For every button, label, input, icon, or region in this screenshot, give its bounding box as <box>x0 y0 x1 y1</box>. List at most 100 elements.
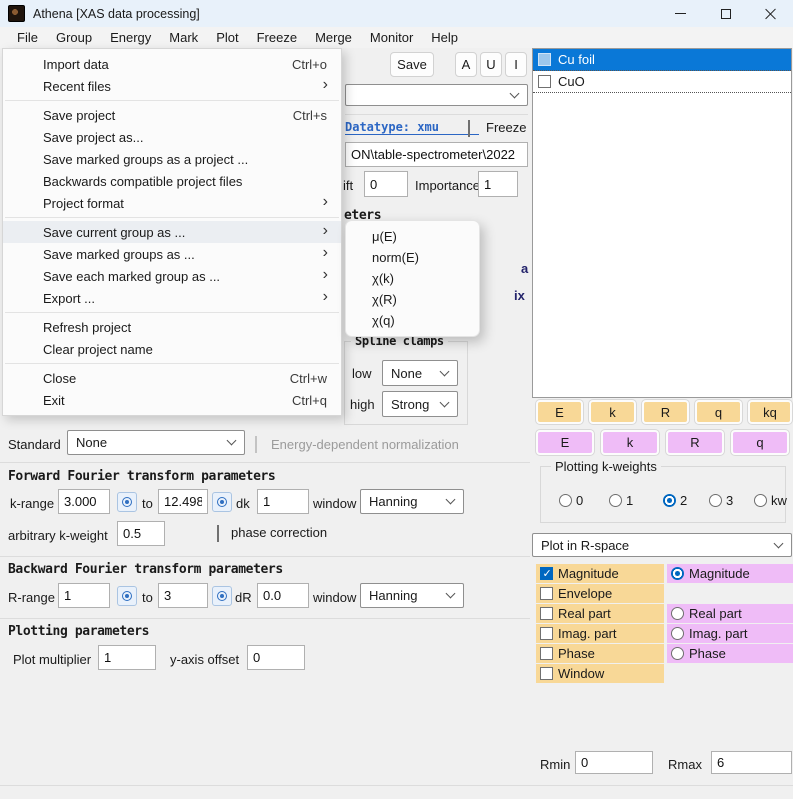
plot-marked-q-button[interactable]: q <box>731 430 789 455</box>
pluck-rmax-button[interactable] <box>212 586 232 606</box>
menu-energy[interactable]: Energy <box>101 27 160 48</box>
unmark-all-button[interactable]: U <box>480 52 502 77</box>
energy-shift-field[interactable] <box>364 171 408 197</box>
phase-correction-checkbox[interactable] <box>217 525 219 542</box>
radio-option-real-part[interactable]: Real part <box>667 604 793 623</box>
option-phase[interactable]: Phase <box>536 644 664 663</box>
group-mark-checkbox[interactable] <box>538 53 551 66</box>
menu-item-import-data[interactable]: Import dataCtrl+o <box>3 53 341 75</box>
group-name-combobox[interactable] <box>345 84 528 106</box>
dk-field[interactable] <box>257 489 309 514</box>
option-envelope[interactable]: Envelope <box>536 584 664 603</box>
submenu-item-norm-e[interactable]: norm(E) <box>346 247 479 268</box>
spline-high-combobox[interactable]: Strong <box>382 391 458 417</box>
group-mark-checkbox[interactable] <box>538 75 551 88</box>
option-label: Real part <box>558 606 611 621</box>
submenu-item-chi-r[interactable]: χ(R) <box>346 289 479 310</box>
plot-marked-r-button[interactable]: R <box>666 430 724 455</box>
kw-option-1[interactable]: 1 <box>609 493 633 508</box>
close-button[interactable] <box>748 0 793 27</box>
plot-q-button[interactable]: q <box>695 400 742 424</box>
group-row-cuo[interactable]: CuO <box>533 71 791 93</box>
mark-all-button[interactable]: A <box>455 52 477 77</box>
pluck-rmin-button[interactable] <box>117 586 137 606</box>
k-window-combobox[interactable]: Hanning <box>360 489 464 514</box>
rmax-field[interactable] <box>711 751 792 774</box>
k-min-field[interactable] <box>58 489 110 514</box>
arbitrary-k-weight-field[interactable] <box>117 521 165 546</box>
importance-field[interactable] <box>478 171 518 197</box>
menu-file[interactable]: File <box>8 27 47 48</box>
kw-option-3[interactable]: 3 <box>709 493 733 508</box>
plot-r-button[interactable]: R <box>642 400 689 424</box>
group-row-cu-foil[interactable]: Cu foil <box>533 49 791 71</box>
plot-e-button[interactable]: E <box>536 400 583 424</box>
menu-help[interactable]: Help <box>422 27 467 48</box>
pluck-icon <box>217 591 227 601</box>
menu-separator <box>5 100 339 101</box>
menu-item-recent-files[interactable]: Recent files <box>3 75 341 97</box>
rmin-field[interactable] <box>575 751 653 774</box>
kw-option-0[interactable]: 0 <box>559 493 583 508</box>
datatype-link[interactable]: Datatype: xmu <box>345 120 479 135</box>
plot-space-combobox[interactable]: Plot in R-space <box>532 533 792 557</box>
option-window[interactable]: Window <box>536 664 664 683</box>
menu-item-backwards-compatible[interactable]: Backwards compatible project files <box>3 170 341 192</box>
kw-option-2[interactable]: 2 <box>663 493 687 508</box>
pluck-kmin-button[interactable] <box>117 492 137 512</box>
y-axis-offset-label: y-axis offset <box>170 652 239 667</box>
backward-ft-heading: Backward Fourier transform parameters <box>8 562 283 577</box>
menu-item-exit[interactable]: ExitCtrl+q <box>3 389 341 411</box>
menu-freeze[interactable]: Freeze <box>248 27 306 48</box>
spline-low-combobox[interactable]: None <box>382 360 458 386</box>
option-real-part[interactable]: Real part <box>536 604 664 623</box>
radio-option-imag-part[interactable]: Imag. part <box>667 624 793 643</box>
menu-item-save-each-marked-group-as[interactable]: Save each marked group as ... <box>3 265 341 287</box>
menu-group[interactable]: Group <box>47 27 101 48</box>
menu-merge[interactable]: Merge <box>306 27 361 48</box>
r-window-combobox[interactable]: Hanning <box>360 583 464 608</box>
r-max-field[interactable] <box>158 583 208 608</box>
menu-item-project-format[interactable]: Project format <box>3 192 341 214</box>
r-min-field[interactable] <box>58 583 110 608</box>
pluck-kmax-button[interactable] <box>212 492 232 512</box>
dr-field[interactable] <box>257 583 309 608</box>
minimize-button[interactable] <box>658 0 703 27</box>
maximize-button[interactable] <box>703 0 748 27</box>
menu-item-save-project-as[interactable]: Save project as... <box>3 126 341 148</box>
plot-multiplier-field[interactable] <box>98 645 156 670</box>
menu-item-save-marked-groups-as-project[interactable]: Save marked groups as a project ... <box>3 148 341 170</box>
option-magnitude[interactable]: Magnitude <box>536 564 664 583</box>
k-max-field[interactable] <box>158 489 208 514</box>
energy-dependent-checkbox[interactable] <box>255 436 257 453</box>
y-axis-offset-field[interactable] <box>247 645 305 670</box>
menu-item-save-current-group-as[interactable]: Save current group as ... <box>3 221 341 243</box>
menu-monitor[interactable]: Monitor <box>361 27 422 48</box>
menu-item-export[interactable]: Export ... <box>3 287 341 309</box>
menu-item-save-marked-groups-as[interactable]: Save marked groups as ... <box>3 243 341 265</box>
save-button[interactable]: Save <box>390 52 434 77</box>
radio-option-magnitude[interactable]: Magnitude <box>667 564 793 583</box>
submenu-item-mu-e[interactable]: μ(E) <box>346 226 479 247</box>
invert-marks-button[interactable]: I <box>505 52 527 77</box>
freeze-checkbox[interactable] <box>468 120 470 137</box>
menu-item-close[interactable]: CloseCtrl+w <box>3 367 341 389</box>
plot-marked-e-button[interactable]: E <box>536 430 594 455</box>
divider <box>0 462 530 463</box>
menu-plot[interactable]: Plot <box>207 27 247 48</box>
menu-item-save-project[interactable]: Save projectCtrl+s <box>3 104 341 126</box>
checkbox-icon <box>540 587 553 600</box>
plot-marked-k-button[interactable]: k <box>601 430 659 455</box>
menu-item-clear-project-name[interactable]: Clear project name <box>3 338 341 360</box>
submenu-item-chi-q[interactable]: χ(q) <box>346 310 479 331</box>
option-imag-part[interactable]: Imag. part <box>536 624 664 643</box>
kw-option-kw[interactable]: kw <box>754 493 787 508</box>
standard-combobox[interactable]: None <box>67 430 245 455</box>
file-path-field[interactable] <box>345 142 528 167</box>
submenu-item-chi-k[interactable]: χ(k) <box>346 268 479 289</box>
plot-kq-button[interactable]: kq <box>748 400 792 424</box>
menu-mark[interactable]: Mark <box>160 27 207 48</box>
radio-option-phase[interactable]: Phase <box>667 644 793 663</box>
menu-item-refresh-project[interactable]: Refresh project <box>3 316 341 338</box>
plot-k-button[interactable]: k <box>589 400 636 424</box>
